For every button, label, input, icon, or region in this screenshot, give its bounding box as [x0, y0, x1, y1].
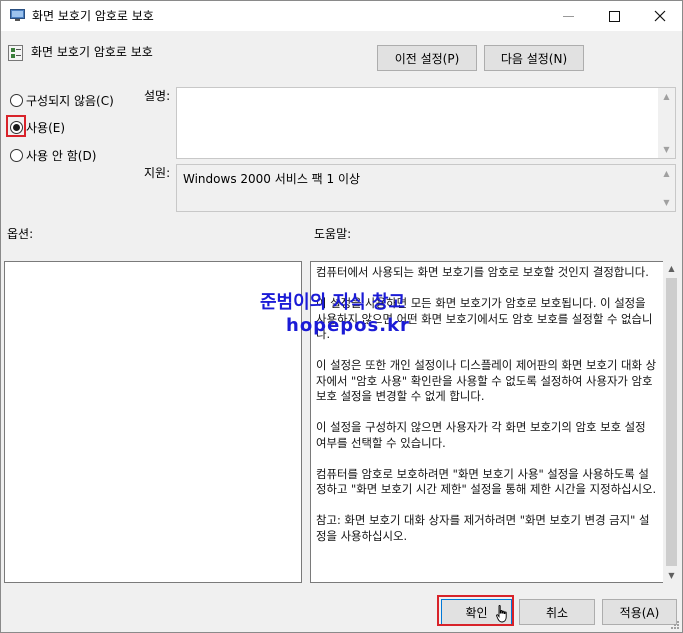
- close-icon[interactable]: [637, 1, 683, 31]
- supported-on-text: Windows 2000 서비스 팩 1 이상: [183, 172, 361, 186]
- supported-on-field: Windows 2000 서비스 팩 1 이상 ▲ ▼: [176, 164, 676, 212]
- minimize-icon[interactable]: [545, 1, 591, 31]
- scroll-down-icon[interactable]: ▼: [662, 145, 671, 154]
- description-field[interactable]: ▲ ▼: [176, 87, 676, 159]
- options-panel: [4, 261, 302, 583]
- supported-on-label: 지원:: [144, 166, 171, 180]
- help-label: 도움말:: [314, 227, 352, 241]
- scroll-up-icon[interactable]: ▲: [667, 264, 676, 273]
- app-icon: [10, 9, 25, 21]
- watermark-title: 준범이의 지식 창고: [260, 292, 406, 313]
- options-label: 옵션:: [7, 227, 34, 241]
- help-scrollbar[interactable]: ▲ ▼: [663, 261, 680, 583]
- scroll-down-icon[interactable]: ▼: [667, 571, 676, 580]
- radio-label: 구성되지 않음(C): [26, 94, 114, 108]
- title-bar[interactable]: 화면 보호기 암호로 보호: [1, 1, 682, 31]
- window-title: 화면 보호기 암호로 보호: [32, 9, 154, 23]
- enabled-highlight-box: [6, 115, 26, 137]
- radio-circle[interactable]: [10, 149, 23, 162]
- maximize-icon[interactable]: [591, 1, 637, 31]
- watermark-url: hopepos.kr: [286, 315, 410, 336]
- description-label: 설명:: [144, 89, 171, 103]
- previous-setting-button[interactable]: 이전 설정(P): [377, 45, 477, 71]
- description-scrollbar[interactable]: ▲ ▼: [658, 88, 675, 158]
- radio-not-configured[interactable]: 구성되지 않음(C): [10, 92, 114, 109]
- policy-title: 화면 보호기 암호로 보호: [31, 45, 153, 59]
- scroll-up-icon[interactable]: ▲: [662, 92, 671, 101]
- scroll-up-icon[interactable]: ▲: [662, 169, 671, 178]
- supported-on-scrollbar[interactable]: ▲ ▼: [658, 165, 675, 211]
- resize-grip-icon[interactable]: [670, 620, 680, 630]
- policy-icon: [8, 45, 23, 61]
- cancel-button[interactable]: 취소: [519, 599, 595, 625]
- apply-button[interactable]: 적용(A): [602, 599, 677, 625]
- radio-circle[interactable]: [10, 94, 23, 107]
- policy-dialog-window: 화면 보호기 암호로 보호 화면 보호기 암호로 보호 이전 설정(P) 다음 …: [0, 0, 683, 633]
- radio-label: 사용 안 함(D): [26, 149, 97, 163]
- mouse-cursor-icon: [496, 605, 507, 623]
- scroll-thumb[interactable]: [666, 278, 677, 566]
- scroll-down-icon[interactable]: ▼: [662, 198, 671, 207]
- radio-disabled[interactable]: 사용 안 함(D): [10, 147, 96, 164]
- radio-label: 사용(E): [26, 121, 66, 135]
- next-setting-button[interactable]: 다음 설정(N): [484, 45, 584, 71]
